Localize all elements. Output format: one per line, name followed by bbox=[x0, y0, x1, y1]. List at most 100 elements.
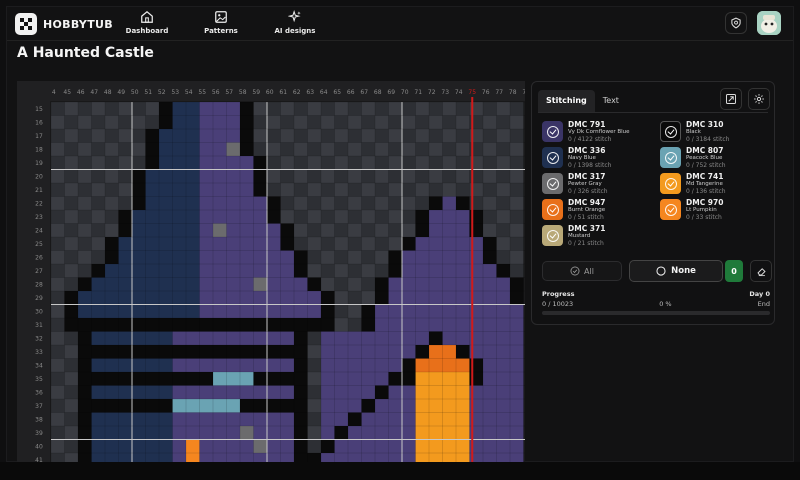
stitch-cell[interactable] bbox=[510, 331, 524, 346]
stitch-cell[interactable] bbox=[496, 358, 511, 373]
empty-stitch[interactable] bbox=[307, 115, 322, 130]
stitch-cell[interactable] bbox=[496, 412, 511, 427]
stitch-cell[interactable] bbox=[294, 277, 308, 292]
stitch-cell[interactable] bbox=[402, 412, 416, 427]
stitch-cell[interactable] bbox=[388, 331, 403, 346]
empty-stitch[interactable] bbox=[64, 399, 79, 413]
stitch-cell[interactable] bbox=[186, 142, 200, 157]
stitch-cell[interactable] bbox=[442, 210, 457, 224]
row-ruler-label[interactable]: 19 bbox=[35, 160, 43, 167]
stitch-cell[interactable] bbox=[186, 183, 200, 197]
empty-stitch[interactable] bbox=[334, 169, 349, 184]
empty-stitch[interactable] bbox=[105, 196, 119, 211]
empty-stitch[interactable] bbox=[105, 129, 119, 143]
empty-stitch[interactable] bbox=[91, 169, 106, 184]
stitch-cell[interactable] bbox=[496, 291, 511, 305]
stitch-cell[interactable] bbox=[226, 439, 241, 454]
empty-stitch[interactable] bbox=[375, 223, 389, 238]
stitch-cell[interactable] bbox=[78, 331, 92, 346]
stitch-cell[interactable] bbox=[280, 385, 295, 400]
stitch-cell[interactable] bbox=[429, 331, 443, 346]
stitch-cell[interactable] bbox=[280, 412, 295, 427]
thread-item[interactable]: DMC 371 Mustard 0 / 21 stitch bbox=[542, 224, 652, 250]
stitch-cell[interactable] bbox=[402, 385, 416, 400]
stitch-cell[interactable] bbox=[159, 142, 173, 157]
empty-stitch[interactable] bbox=[91, 102, 106, 116]
stitch-cell[interactable] bbox=[240, 156, 254, 170]
stitch-cell[interactable] bbox=[186, 210, 200, 224]
empty-stitch[interactable] bbox=[267, 169, 281, 184]
stitch-cell[interactable] bbox=[240, 196, 254, 211]
stitch-cell[interactable] bbox=[496, 331, 511, 346]
stitch-cell[interactable] bbox=[429, 412, 443, 427]
empty-stitch[interactable] bbox=[334, 102, 349, 116]
stitch-cell[interactable] bbox=[145, 426, 160, 440]
empty-stitch[interactable] bbox=[64, 331, 79, 346]
empty-stitch[interactable] bbox=[294, 196, 308, 211]
stitch-cell[interactable] bbox=[375, 439, 389, 454]
empty-stitch[interactable] bbox=[321, 210, 335, 224]
stitch-cell[interactable] bbox=[172, 250, 187, 265]
stitch-cell[interactable] bbox=[375, 412, 389, 427]
empty-stitch[interactable] bbox=[348, 223, 362, 238]
empty-stitch[interactable] bbox=[294, 115, 308, 130]
stitch-cell[interactable] bbox=[483, 264, 497, 278]
empty-stitch[interactable] bbox=[348, 237, 362, 251]
empty-stitch[interactable] bbox=[496, 210, 511, 224]
empty-stitch[interactable] bbox=[348, 169, 362, 184]
stitch-cell[interactable] bbox=[388, 372, 403, 386]
stitch-cell[interactable] bbox=[361, 439, 376, 454]
stitch-cell[interactable] bbox=[240, 142, 254, 157]
stitch-cell[interactable] bbox=[429, 237, 443, 251]
stitch-cell[interactable] bbox=[240, 129, 254, 143]
stitch-cell[interactable] bbox=[415, 264, 430, 278]
stitch-cell[interactable] bbox=[361, 304, 376, 319]
stitch-cell[interactable] bbox=[456, 196, 470, 211]
empty-stitch[interactable] bbox=[78, 129, 92, 143]
stitch-cell[interactable] bbox=[199, 426, 214, 440]
stitch-cell[interactable] bbox=[226, 183, 241, 197]
empty-stitch[interactable] bbox=[294, 183, 308, 197]
stitch-cell[interactable] bbox=[442, 291, 457, 305]
column-ruler-label[interactable]: 66 bbox=[347, 89, 355, 96]
stitch-cell[interactable] bbox=[442, 412, 457, 427]
empty-stitch[interactable] bbox=[361, 264, 376, 278]
empty-stitch[interactable] bbox=[361, 237, 376, 251]
stitch-cell[interactable] bbox=[361, 399, 376, 413]
stitch-cell[interactable] bbox=[159, 183, 173, 197]
empty-stitch[interactable] bbox=[334, 223, 349, 238]
stitch-cell[interactable] bbox=[483, 345, 497, 359]
empty-stitch[interactable] bbox=[388, 196, 403, 211]
stitch-cell[interactable] bbox=[186, 169, 200, 184]
stitch-cell[interactable] bbox=[199, 304, 214, 319]
stitch-cell[interactable] bbox=[496, 385, 511, 400]
thread-swatch[interactable] bbox=[542, 173, 563, 194]
empty-stitch[interactable] bbox=[361, 156, 376, 170]
empty-stitch[interactable] bbox=[388, 115, 403, 130]
stitch-cell[interactable] bbox=[294, 439, 308, 454]
stitch-cell[interactable] bbox=[213, 196, 227, 211]
stitch-cell[interactable] bbox=[402, 277, 416, 292]
stitch-cell[interactable] bbox=[172, 142, 187, 157]
stitch-cell[interactable] bbox=[159, 331, 173, 346]
stitch-cell[interactable] bbox=[402, 318, 416, 332]
stitch-cell[interactable] bbox=[226, 277, 241, 292]
stitch-cell[interactable] bbox=[145, 318, 160, 332]
stitch-cell[interactable] bbox=[186, 237, 200, 251]
empty-stitch[interactable] bbox=[51, 318, 65, 332]
stitch-cell[interactable] bbox=[415, 399, 430, 413]
stitch-cell[interactable] bbox=[226, 372, 241, 386]
stitch-cell[interactable] bbox=[334, 372, 349, 386]
empty-stitch[interactable] bbox=[496, 250, 511, 265]
stitch-cell[interactable] bbox=[199, 156, 214, 170]
stitch-cell[interactable] bbox=[334, 439, 349, 454]
stitch-cell[interactable] bbox=[415, 250, 430, 265]
empty-stitch[interactable] bbox=[402, 169, 416, 184]
empty-stitch[interactable] bbox=[267, 102, 281, 116]
stitch-cell[interactable] bbox=[118, 318, 133, 332]
column-ruler-label[interactable]: 70 bbox=[401, 89, 409, 96]
stitch-cell[interactable] bbox=[240, 210, 254, 224]
empty-stitch[interactable] bbox=[348, 318, 362, 332]
row-ruler-label[interactable]: 22 bbox=[35, 200, 43, 207]
stitch-cell[interactable] bbox=[240, 412, 254, 427]
